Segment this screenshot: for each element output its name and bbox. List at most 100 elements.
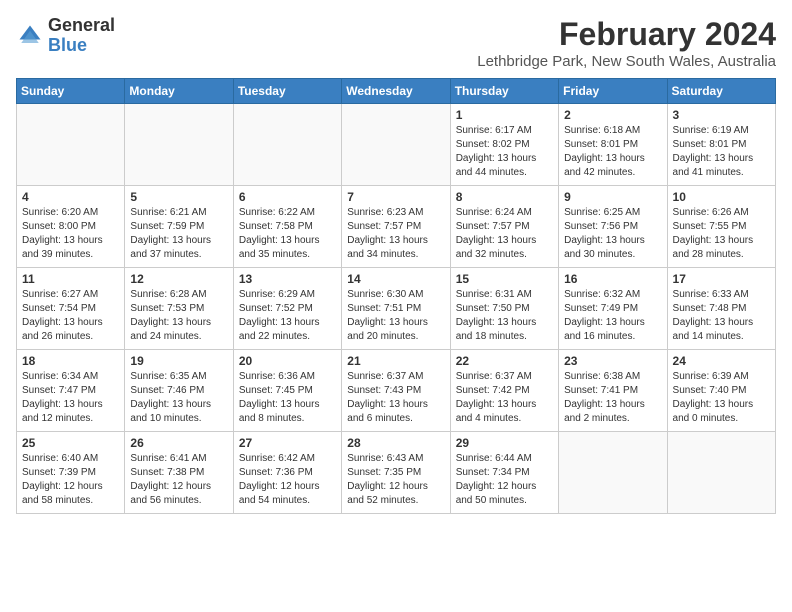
day-number: 5 xyxy=(130,190,228,204)
day-number: 13 xyxy=(239,272,337,286)
day-number: 29 xyxy=(456,436,554,450)
day-info: Sunrise: 6:19 AM Sunset: 8:01 PM Dayligh… xyxy=(673,124,771,180)
day-info: Sunrise: 6:30 AM Sunset: 7:51 PM Dayligh… xyxy=(347,288,445,344)
calendar-day-cell: 4 Sunrise: 6:20 AM Sunset: 8:00 PM Daylig… xyxy=(17,186,125,268)
calendar-day-cell: 24Sunrise: 6:39 AM Sunset: 7:40 PM Dayli… xyxy=(667,350,775,432)
day-number: 24 xyxy=(673,354,771,368)
calendar-subtitle: Lethbridge Park, New South Wales, Austra… xyxy=(477,53,776,70)
calendar-day-cell: 16Sunrise: 6:32 AM Sunset: 7:49 PM Dayli… xyxy=(559,268,667,350)
calendar-day-cell: 8Sunrise: 6:24 AM Sunset: 7:57 PM Daylig… xyxy=(450,186,558,268)
calendar-week-row: 25 Sunrise: 6:40 AM Sunset: 7:39 PM Dayli… xyxy=(17,432,776,514)
weekday-header-cell: Saturday xyxy=(667,79,775,104)
day-info: Sunrise: 6:43 AM Sunset: 7:35 PM Dayligh… xyxy=(347,452,445,508)
day-info: Sunrise: 6:38 AM Sunset: 7:41 PM Dayligh… xyxy=(564,370,662,426)
calendar-day-cell: 1 Sunrise: 6:17 AM Sunset: 8:02 PM Daylig… xyxy=(450,104,558,186)
day-number: 28 xyxy=(347,436,445,450)
calendar-day-cell: 26 Sunrise: 6:41 AM Sunset: 7:38 PM Dayli… xyxy=(125,432,233,514)
calendar-day-cell: 27Sunrise: 6:42 AM Sunset: 7:36 PM Dayli… xyxy=(233,432,341,514)
day-info: Sunrise: 6:21 AM Sunset: 7:59 PM Dayligh… xyxy=(130,206,228,262)
day-number: 3 xyxy=(673,108,771,122)
day-info: Sunrise: 6:40 AM Sunset: 7:39 PM Dayligh… xyxy=(22,452,120,508)
day-number: 26 xyxy=(130,436,228,450)
day-info: Sunrise: 6:24 AM Sunset: 7:57 PM Dayligh… xyxy=(456,206,554,262)
day-number: 7 xyxy=(347,190,445,204)
calendar-title: February 2024 xyxy=(477,16,776,53)
calendar-day-cell: 20Sunrise: 6:36 AM Sunset: 7:45 PM Dayli… xyxy=(233,350,341,432)
day-number: 22 xyxy=(456,354,554,368)
day-info: Sunrise: 6:20 AM Sunset: 8:00 PM Dayligh… xyxy=(22,206,120,262)
calendar-day-cell xyxy=(125,104,233,186)
calendar-day-cell: 23 Sunrise: 6:38 AM Sunset: 7:41 PM Dayli… xyxy=(559,350,667,432)
calendar-day-cell: 7 Sunrise: 6:23 AM Sunset: 7:57 PM Daylig… xyxy=(342,186,450,268)
day-number: 2 xyxy=(564,108,662,122)
calendar-week-row: 1 Sunrise: 6:17 AM Sunset: 8:02 PM Daylig… xyxy=(17,104,776,186)
day-info: Sunrise: 6:35 AM Sunset: 7:46 PM Dayligh… xyxy=(130,370,228,426)
calendar-day-cell xyxy=(342,104,450,186)
weekday-header-cell: Wednesday xyxy=(342,79,450,104)
day-info: Sunrise: 6:33 AM Sunset: 7:48 PM Dayligh… xyxy=(673,288,771,344)
calendar-table: SundayMondayTuesdayWednesdayThursdayFrid… xyxy=(16,78,776,514)
calendar-body: 1 Sunrise: 6:17 AM Sunset: 8:02 PM Daylig… xyxy=(17,104,776,514)
calendar-day-cell: 10 Sunrise: 6:26 AM Sunset: 7:55 PM Dayli… xyxy=(667,186,775,268)
calendar-day-cell xyxy=(559,432,667,514)
day-number: 10 xyxy=(673,190,771,204)
calendar-day-cell: 21Sunrise: 6:37 AM Sunset: 7:43 PM Dayli… xyxy=(342,350,450,432)
weekday-header-row: SundayMondayTuesdayWednesdayThursdayFrid… xyxy=(17,79,776,104)
title-block: February 2024 Lethbridge Park, New South… xyxy=(477,16,776,70)
logo-general-text: General xyxy=(48,16,115,36)
calendar-week-row: 11 Sunrise: 6:27 AM Sunset: 7:54 PM Dayli… xyxy=(17,268,776,350)
day-number: 16 xyxy=(564,272,662,286)
weekday-header-cell: Monday xyxy=(125,79,233,104)
day-info: Sunrise: 6:23 AM Sunset: 7:57 PM Dayligh… xyxy=(347,206,445,262)
logo: General Blue xyxy=(16,16,115,56)
calendar-day-cell: 15 Sunrise: 6:31 AM Sunset: 7:50 PM Dayli… xyxy=(450,268,558,350)
calendar-day-cell: 5 Sunrise: 6:21 AM Sunset: 7:59 PM Daylig… xyxy=(125,186,233,268)
day-info: Sunrise: 6:25 AM Sunset: 7:56 PM Dayligh… xyxy=(564,206,662,262)
calendar-day-cell: 2 Sunrise: 6:18 AM Sunset: 8:01 PM Daylig… xyxy=(559,104,667,186)
calendar-day-cell: 14 Sunrise: 6:30 AM Sunset: 7:51 PM Dayli… xyxy=(342,268,450,350)
calendar-day-cell: 17 Sunrise: 6:33 AM Sunset: 7:48 PM Dayli… xyxy=(667,268,775,350)
day-info: Sunrise: 6:18 AM Sunset: 8:01 PM Dayligh… xyxy=(564,124,662,180)
day-number: 19 xyxy=(130,354,228,368)
day-info: Sunrise: 6:31 AM Sunset: 7:50 PM Dayligh… xyxy=(456,288,554,344)
day-info: Sunrise: 6:37 AM Sunset: 7:42 PM Dayligh… xyxy=(456,370,554,426)
weekday-header-cell: Friday xyxy=(559,79,667,104)
calendar-week-row: 18 Sunrise: 6:34 AM Sunset: 7:47 PM Dayli… xyxy=(17,350,776,432)
day-info: Sunrise: 6:27 AM Sunset: 7:54 PM Dayligh… xyxy=(22,288,120,344)
logo-icon xyxy=(16,22,44,50)
calendar-day-cell: 13 Sunrise: 6:29 AM Sunset: 7:52 PM Dayli… xyxy=(233,268,341,350)
calendar-day-cell: 25 Sunrise: 6:40 AM Sunset: 7:39 PM Dayli… xyxy=(17,432,125,514)
day-number: 4 xyxy=(22,190,120,204)
day-number: 25 xyxy=(22,436,120,450)
calendar-day-cell: 29Sunrise: 6:44 AM Sunset: 7:34 PM Dayli… xyxy=(450,432,558,514)
calendar-day-cell: 28 Sunrise: 6:43 AM Sunset: 7:35 PM Dayli… xyxy=(342,432,450,514)
day-number: 14 xyxy=(347,272,445,286)
day-number: 15 xyxy=(456,272,554,286)
day-info: Sunrise: 6:41 AM Sunset: 7:38 PM Dayligh… xyxy=(130,452,228,508)
calendar-day-cell: 9 Sunrise: 6:25 AM Sunset: 7:56 PM Daylig… xyxy=(559,186,667,268)
calendar-day-cell: 6 Sunrise: 6:22 AM Sunset: 7:58 PM Daylig… xyxy=(233,186,341,268)
day-info: Sunrise: 6:26 AM Sunset: 7:55 PM Dayligh… xyxy=(673,206,771,262)
weekday-header-cell: Tuesday xyxy=(233,79,341,104)
day-number: 23 xyxy=(564,354,662,368)
day-number: 1 xyxy=(456,108,554,122)
calendar-day-cell xyxy=(233,104,341,186)
day-info: Sunrise: 6:28 AM Sunset: 7:53 PM Dayligh… xyxy=(130,288,228,344)
day-number: 17 xyxy=(673,272,771,286)
day-number: 18 xyxy=(22,354,120,368)
day-number: 9 xyxy=(564,190,662,204)
day-info: Sunrise: 6:42 AM Sunset: 7:36 PM Dayligh… xyxy=(239,452,337,508)
weekday-header-cell: Sunday xyxy=(17,79,125,104)
day-number: 12 xyxy=(130,272,228,286)
day-info: Sunrise: 6:34 AM Sunset: 7:47 PM Dayligh… xyxy=(22,370,120,426)
day-number: 11 xyxy=(22,272,120,286)
day-info: Sunrise: 6:29 AM Sunset: 7:52 PM Dayligh… xyxy=(239,288,337,344)
logo-blue-text: Blue xyxy=(48,36,115,56)
calendar-day-cell xyxy=(667,432,775,514)
day-info: Sunrise: 6:22 AM Sunset: 7:58 PM Dayligh… xyxy=(239,206,337,262)
calendar-day-cell: 19 Sunrise: 6:35 AM Sunset: 7:46 PM Dayli… xyxy=(125,350,233,432)
calendar-week-row: 4 Sunrise: 6:20 AM Sunset: 8:00 PM Daylig… xyxy=(17,186,776,268)
calendar-day-cell: 18 Sunrise: 6:34 AM Sunset: 7:47 PM Dayli… xyxy=(17,350,125,432)
day-info: Sunrise: 6:17 AM Sunset: 8:02 PM Dayligh… xyxy=(456,124,554,180)
day-number: 6 xyxy=(239,190,337,204)
